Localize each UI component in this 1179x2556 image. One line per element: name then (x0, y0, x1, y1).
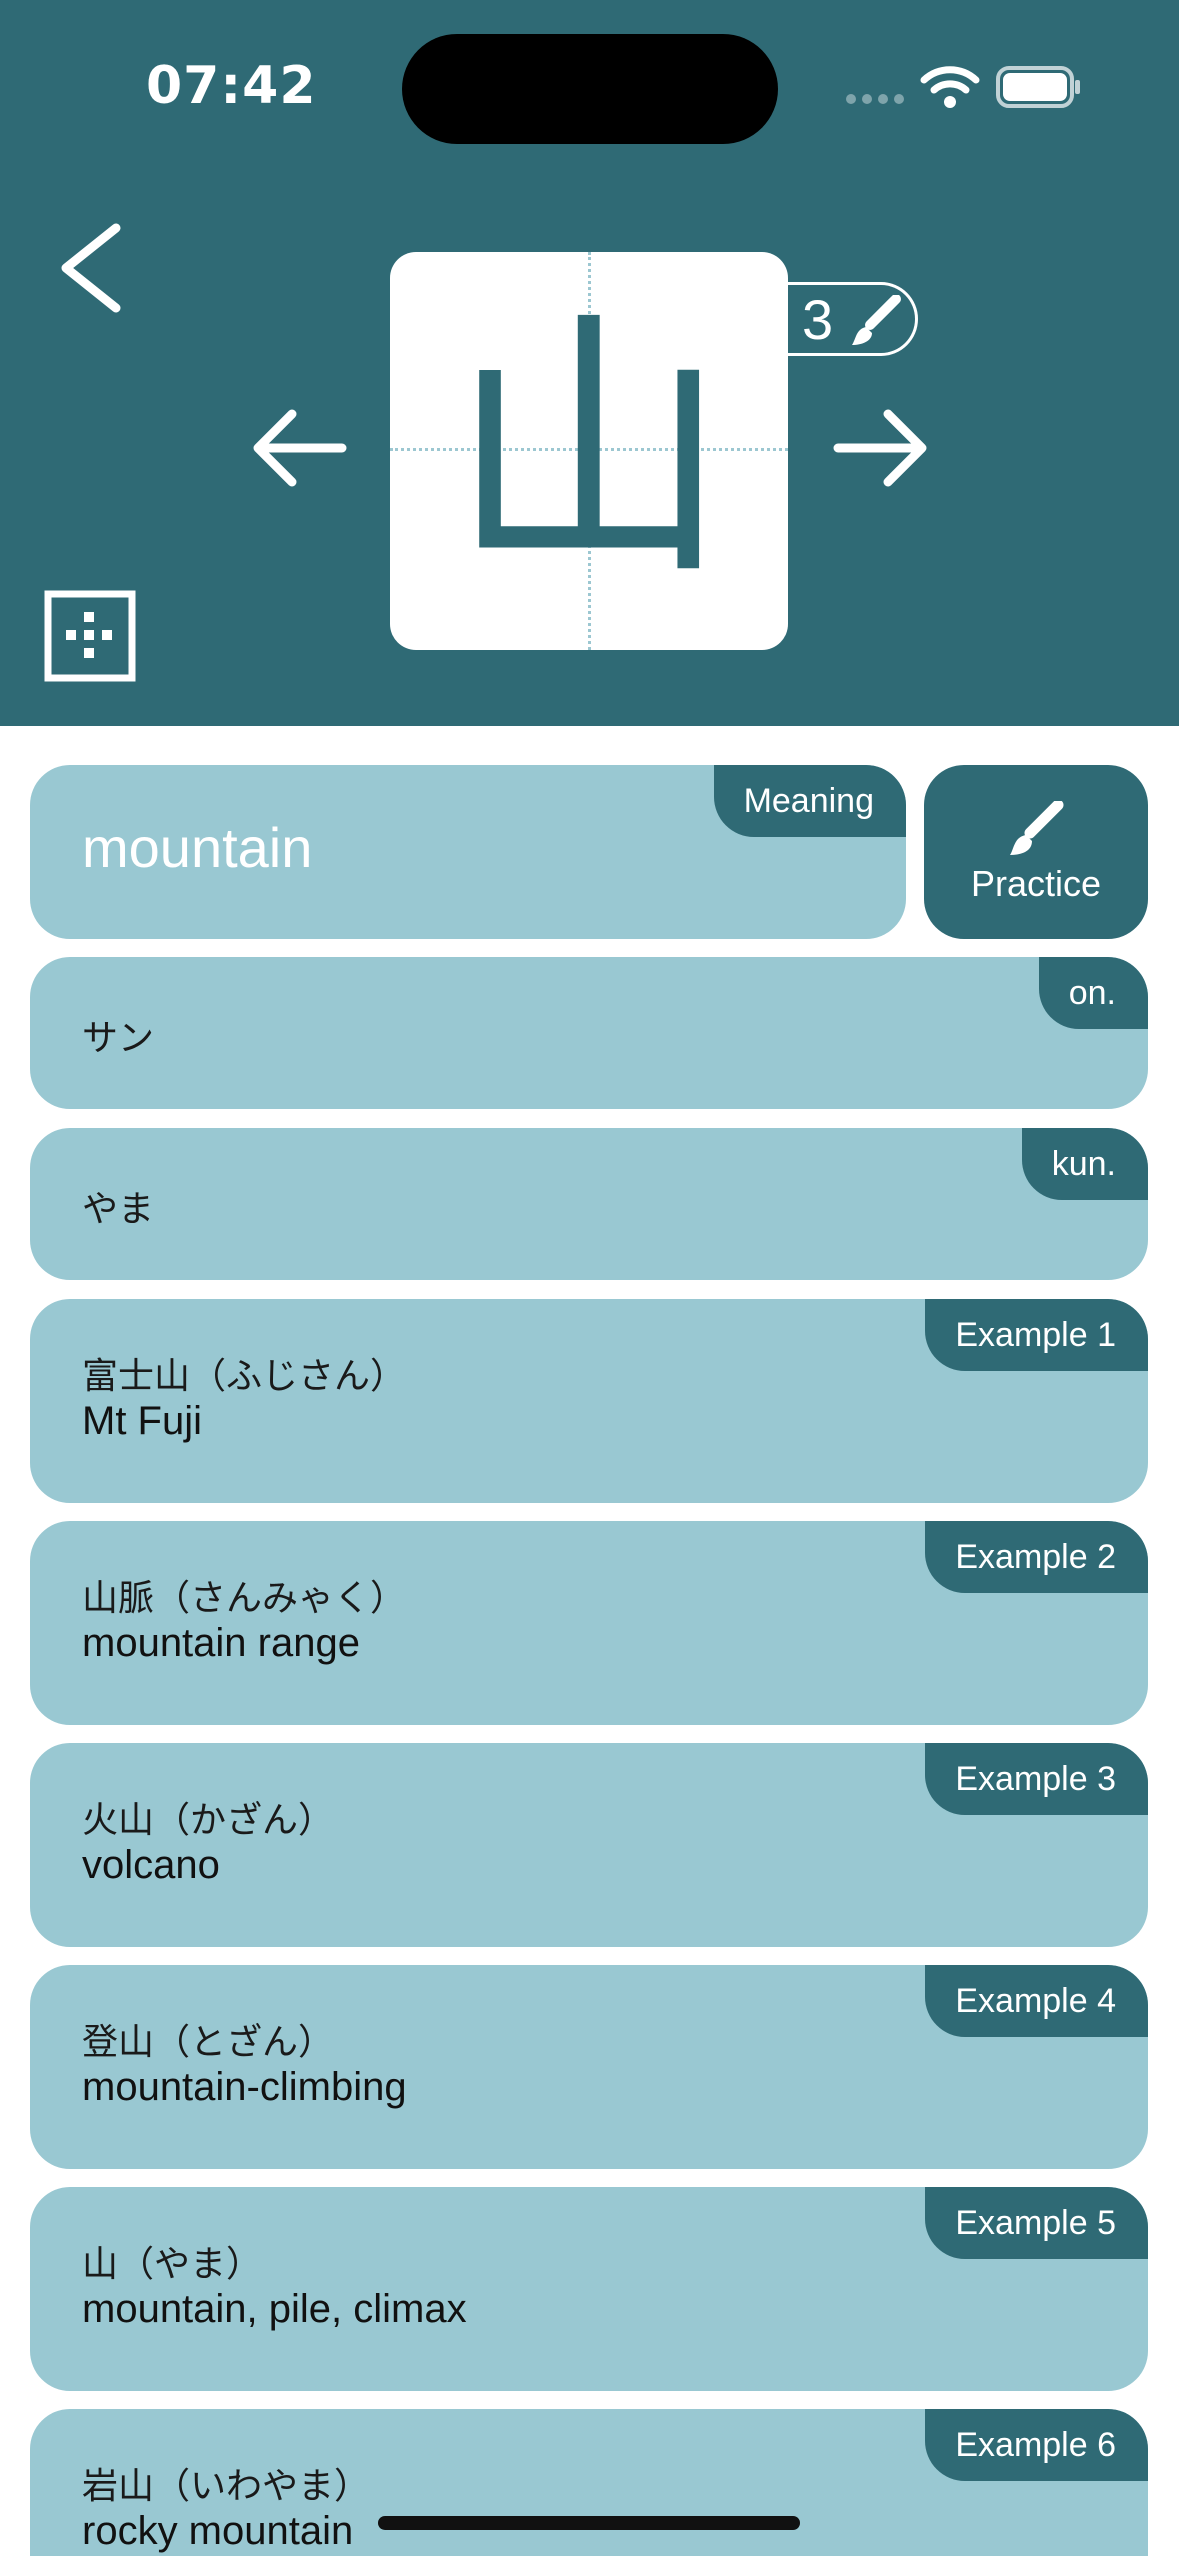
example-meaning: mountain, pile, climax (82, 2287, 467, 2331)
example-word: 山（やま） (82, 2244, 263, 2285)
example-tag: Example 3 (925, 1743, 1148, 1815)
kanji-character: 山 (449, 288, 729, 614)
chevron-left-icon[interactable] (56, 220, 126, 316)
example-card[interactable]: Example 2 山脈（さんみゃく） mountain range (30, 1521, 1148, 1725)
on-reading-card: on. サン (30, 957, 1148, 1109)
kun-reading-tag: kun. (1021, 1128, 1148, 1200)
example-word: 山脈（さんみゃく） (82, 1578, 407, 1619)
example-word: 岩山（いわやま） (82, 2466, 371, 2507)
example-word: 火山（かざん） (82, 1800, 335, 1841)
example-card[interactable]: Example 5 山（やま） mountain, pile, climax (30, 2187, 1148, 2391)
meaning-card: Meaning mountain (30, 765, 906, 939)
example-tag: Example 6 (925, 2409, 1148, 2481)
example-card[interactable]: Example 1 富士山（ふじさん） Mt Fuji (30, 1299, 1148, 1503)
example-meaning: volcano (82, 1843, 220, 1887)
example-tag: Example 2 (925, 1521, 1148, 1593)
on-reading-text: サン (82, 1018, 155, 1059)
meaning-tag: Meaning (713, 765, 906, 837)
example-meaning: mountain range (82, 1621, 360, 1665)
meaning-text: mountain (82, 816, 313, 879)
arrow-right-icon[interactable] (830, 406, 930, 490)
example-meaning: mountain-climbing (82, 2065, 407, 2109)
example-word: 登山（とざん） (82, 2022, 335, 2063)
kun-reading-card: kun. やま (30, 1128, 1148, 1280)
status-time: 07:42 (146, 56, 317, 116)
example-tag: Example 1 (925, 1299, 1148, 1371)
grid-icon[interactable] (44, 590, 136, 682)
example-card[interactable]: Example 6 岩山（いわやま） rocky mountain (30, 2409, 1148, 2556)
dynamic-island (402, 34, 778, 144)
stroke-count: 3 (802, 288, 834, 351)
example-meaning: rocky mountain (82, 2509, 354, 2553)
example-meaning: Mt Fuji (82, 1399, 202, 1443)
example-tag: Example 5 (925, 2187, 1148, 2259)
example-tag: Example 4 (925, 1965, 1148, 2037)
on-reading-tag: on. (1038, 957, 1148, 1029)
practice-label: Practice (970, 863, 1102, 904)
wifi-icon (920, 66, 980, 108)
example-card[interactable]: Example 4 登山（とざん） mountain-climbing (30, 1965, 1148, 2169)
stroke-count-badge: 3 (788, 282, 918, 356)
example-card[interactable]: Example 3 火山（かざん） volcano (30, 1743, 1148, 1947)
home-indicator[interactable] (378, 2516, 800, 2530)
brush-icon (852, 295, 901, 345)
arrow-left-icon[interactable] (250, 406, 350, 490)
example-word: 富士山（ふじさん） (82, 1356, 407, 1397)
brush-icon (1010, 801, 1064, 855)
kanji-card[interactable]: 山 (390, 252, 788, 650)
battery-icon (996, 66, 1080, 108)
kun-reading-text: やま (82, 1189, 155, 1230)
kanji-header: 07:42 山 3 (0, 0, 1179, 726)
practice-button[interactable]: Practice (924, 765, 1148, 939)
